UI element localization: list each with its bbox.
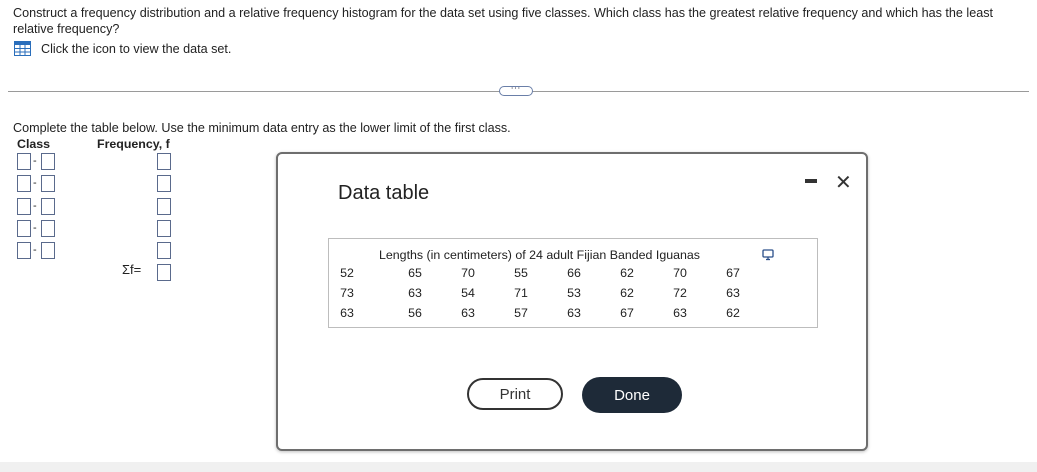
- class-4-dash: -: [33, 222, 37, 234]
- class-1-lower-input[interactable]: [17, 153, 31, 170]
- class-5-dash: -: [33, 244, 37, 256]
- data-row-3: 63 56 63 57 63 67 63 62: [329, 306, 817, 322]
- data-cell: 56: [408, 306, 422, 320]
- data-cell: 63: [340, 306, 354, 320]
- data-cell: 62: [726, 306, 740, 320]
- view-dataset-label: Click the icon to view the data set.: [41, 41, 232, 56]
- frequency-5-input[interactable]: [157, 242, 171, 259]
- data-cell: 72: [673, 286, 687, 300]
- class-3-dash: -: [33, 200, 37, 212]
- data-table-dialog: Data table ✕ Lengths (in centimeters) of…: [276, 152, 868, 451]
- data-cell: 55: [514, 266, 528, 280]
- data-cell: 70: [673, 266, 687, 280]
- data-row-2: 73 63 54 71 53 62 72 63: [329, 286, 817, 302]
- dialog-title: Data table: [338, 182, 430, 204]
- frequency-column-header: Frequency, f: [97, 137, 170, 151]
- data-cell: 63: [461, 306, 475, 320]
- copy-icon[interactable]: [762, 249, 774, 261]
- class-3-lower-input[interactable]: [17, 198, 31, 215]
- class-2-dash: -: [33, 177, 37, 189]
- expand-more-button[interactable]: ⋯: [499, 83, 533, 96]
- data-cell: 73: [340, 286, 354, 300]
- close-icon[interactable]: ✕: [835, 170, 852, 195]
- class-3-upper-input[interactable]: [41, 198, 55, 215]
- print-button[interactable]: Print: [467, 378, 563, 410]
- done-button[interactable]: Done: [582, 377, 682, 413]
- data-row-1: 52 65 70 55 66 62 70 67: [329, 266, 817, 282]
- data-cell: 65: [408, 266, 422, 280]
- data-cell: 66: [567, 266, 581, 280]
- data-cell: 57: [514, 306, 528, 320]
- class-4-upper-input[interactable]: [41, 220, 55, 237]
- instruction-text: Complete the table below. Use the minimu…: [13, 121, 511, 135]
- sum-frequency-input[interactable]: [157, 264, 171, 281]
- frequency-4-input[interactable]: [157, 220, 171, 237]
- class-column-header: Class: [17, 137, 51, 151]
- data-cell: 62: [620, 286, 634, 300]
- class-5-upper-input[interactable]: [41, 242, 55, 259]
- frequency-1-input[interactable]: [157, 153, 171, 170]
- data-cell: 70: [461, 266, 475, 280]
- grid-table-icon[interactable]: [14, 41, 31, 56]
- data-cell: 63: [408, 286, 422, 300]
- class-2-upper-input[interactable]: [41, 175, 55, 192]
- frequency-3-input[interactable]: [157, 198, 171, 215]
- class-2-lower-input[interactable]: [17, 175, 31, 192]
- more-dots: ⋯: [510, 83, 522, 94]
- data-cell: 53: [567, 286, 581, 300]
- data-cell: 63: [673, 306, 687, 320]
- minimize-icon[interactable]: [805, 179, 817, 183]
- view-dataset-link[interactable]: Click the icon to view the data set.: [14, 41, 231, 56]
- frequency-2-input[interactable]: [157, 175, 171, 192]
- class-1-upper-input[interactable]: [41, 153, 55, 170]
- class-4-lower-input[interactable]: [17, 220, 31, 237]
- data-cell: 67: [620, 306, 634, 320]
- data-cell: 67: [726, 266, 740, 280]
- data-cell: 62: [620, 266, 634, 280]
- class-1-dash: -: [33, 155, 37, 167]
- data-caption: Lengths (in centimeters) of 24 adult Fij…: [379, 248, 700, 262]
- data-cell: 52: [340, 266, 354, 280]
- class-5-lower-input[interactable]: [17, 242, 31, 259]
- data-cell: 71: [514, 286, 528, 300]
- page-footer-band: [0, 462, 1037, 472]
- data-cell: 63: [726, 286, 740, 300]
- data-panel: Lengths (in centimeters) of 24 adult Fij…: [328, 238, 818, 328]
- sum-frequency-label: Σf=: [122, 262, 142, 277]
- data-cell: 54: [461, 286, 475, 300]
- question-text: Construct a frequency distribution and a…: [13, 6, 994, 36]
- data-cell: 63: [567, 306, 581, 320]
